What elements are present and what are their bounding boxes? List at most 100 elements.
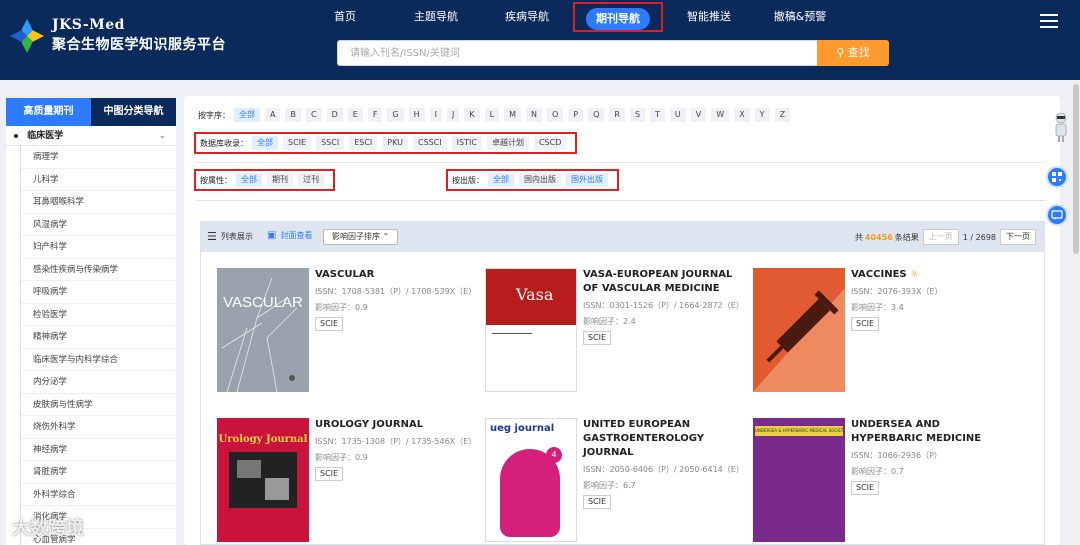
sidebar-item[interactable]: 病理学 bbox=[20, 146, 176, 169]
page-scrollbar[interactable] bbox=[1072, 80, 1080, 545]
journal-cover[interactable] bbox=[753, 268, 845, 392]
journal-title[interactable]: UROLOGY JOURNAL bbox=[315, 418, 475, 432]
nav-retraction[interactable]: 撤稿&预警 bbox=[755, 2, 845, 32]
db-chip[interactable]: PKU bbox=[382, 136, 408, 150]
sidebar-category[interactable]: 临床医学 ⌄ bbox=[6, 126, 176, 146]
sidebar-item[interactable]: 妇产科学 bbox=[20, 236, 176, 259]
search-input[interactable] bbox=[338, 41, 817, 65]
letter-chip[interactable]: C bbox=[305, 108, 322, 122]
journal-card[interactable]: VASCULAR VASCULAR ISSN：1708-5381（P）/ 170… bbox=[217, 268, 477, 408]
journal-title[interactable]: UNDERSEA AND HYPERBARIC MEDICINE bbox=[851, 418, 1011, 446]
nav-diseases[interactable]: 疾病导航 bbox=[482, 2, 572, 32]
journal-card[interactable]: Urology Journal UROLOGY JOURNAL ISSN：173… bbox=[217, 418, 477, 545]
letter-chip[interactable]: Z bbox=[774, 108, 791, 122]
letter-chip[interactable]: S bbox=[629, 108, 646, 122]
letter-chip[interactable]: V bbox=[690, 108, 707, 122]
attr-chip[interactable]: 全部 bbox=[236, 173, 262, 187]
tab-clc-nav[interactable]: 中图分类导航 bbox=[91, 98, 176, 126]
db-chip[interactable]: CSSCI bbox=[412, 136, 447, 150]
nav-journals[interactable]: 期刊导航 bbox=[573, 2, 663, 32]
sidebar-item[interactable]: 感染性疾病与传染病学 bbox=[20, 258, 176, 281]
letter-chip[interactable]: 全部 bbox=[234, 108, 260, 122]
sidebar-item[interactable]: 精神病学 bbox=[20, 326, 176, 349]
prev-page-button[interactable]: 上一页 bbox=[922, 229, 959, 245]
journal-title[interactable]: UNITED EUROPEAN GASTROENTEROLOGY JOURNAL bbox=[583, 418, 743, 460]
letter-chip[interactable]: T bbox=[650, 108, 665, 122]
journal-card[interactable]: VACCINES ☼ ISSN：2076-393X（E） 影响因子：3.4 SC… bbox=[753, 268, 1013, 408]
journal-title[interactable]: VASCULAR bbox=[315, 268, 475, 282]
db-chip[interactable]: ISTIC bbox=[451, 136, 482, 150]
letter-chip[interactable]: F bbox=[367, 108, 383, 122]
db-chip[interactable]: SCIE bbox=[283, 136, 312, 150]
letter-chip[interactable]: K bbox=[464, 108, 480, 122]
sidebar-item[interactable]: 检验医学 bbox=[20, 303, 176, 326]
db-chip[interactable]: 全部 bbox=[252, 136, 278, 150]
sidebar-item[interactable]: 耳鼻咽喉科学 bbox=[20, 191, 176, 214]
list-view-toggle[interactable]: ☰ 列表展示 bbox=[207, 230, 253, 243]
db-chip[interactable]: ESCI bbox=[349, 136, 378, 150]
letter-chip[interactable]: J bbox=[447, 108, 460, 122]
journal-card[interactable]: ueg journal 4 UNITED EUROPEAN GASTROENTE… bbox=[485, 418, 745, 545]
letter-chip[interactable]: R bbox=[609, 108, 625, 122]
pub-chip[interactable]: 国内出版 bbox=[519, 173, 561, 187]
journal-cover[interactable]: Vasa bbox=[485, 268, 577, 392]
attr-chip[interactable]: 过刊 bbox=[298, 173, 324, 187]
journal-cover[interactable]: ueg journal 4 bbox=[485, 418, 577, 542]
letter-chip[interactable]: O bbox=[546, 108, 564, 122]
letter-chip[interactable]: U bbox=[669, 108, 686, 122]
brand-name-en[interactable]: JKS-Med bbox=[52, 17, 125, 33]
sidebar-item[interactable]: 儿科学 bbox=[20, 168, 176, 191]
sort-dropdown[interactable]: 影响因子排序 ⌃ bbox=[323, 229, 399, 245]
nav-home[interactable]: 首页 bbox=[300, 2, 390, 32]
next-page-button[interactable]: 下一页 bbox=[1000, 229, 1036, 245]
brand-name-cn[interactable]: 聚合生物医学知识服务平台 bbox=[52, 34, 226, 54]
letter-chip[interactable]: E bbox=[347, 108, 363, 122]
cover-view-toggle[interactable]: ▣ 封面查看 bbox=[267, 230, 312, 241]
letter-chip[interactable]: B bbox=[285, 108, 301, 122]
journal-title[interactable]: VASA-EUROPEAN JOURNAL OF VASCULAR MEDICI… bbox=[583, 268, 743, 296]
sidebar-item[interactable]: 肾脏病学 bbox=[20, 461, 176, 484]
letter-chip[interactable]: I bbox=[429, 108, 442, 122]
letter-chip[interactable]: P bbox=[568, 108, 584, 122]
journal-title[interactable]: VACCINES ☼ bbox=[851, 268, 1011, 282]
letter-chip[interactable]: D bbox=[326, 108, 343, 122]
sidebar-item[interactable]: 临床医学与内科学综合 bbox=[20, 348, 176, 371]
nav-topics[interactable]: 主题导航 bbox=[391, 2, 481, 32]
sidebar-item[interactable]: 风湿病学 bbox=[20, 213, 176, 236]
db-chip[interactable]: 卓越计划 bbox=[486, 136, 529, 150]
sidebar-item[interactable]: 呼吸病学 bbox=[20, 281, 176, 304]
letter-chip[interactable]: G bbox=[387, 108, 404, 122]
letter-chip[interactable]: M bbox=[504, 108, 521, 122]
journal-card[interactable]: Vasa VASA-EUROPEAN JOURNAL OF VASCULAR M… bbox=[485, 268, 745, 408]
letter-chip[interactable]: Q bbox=[588, 108, 605, 122]
letter-chip[interactable]: N bbox=[525, 108, 542, 122]
sidebar-item[interactable]: 外科学综合 bbox=[20, 483, 176, 506]
hamburger-menu-icon[interactable] bbox=[1040, 14, 1058, 28]
qrcode-icon[interactable] bbox=[1046, 166, 1068, 188]
pub-chip[interactable]: 全部 bbox=[488, 173, 514, 187]
journal-cover[interactable]: VASCULAR bbox=[217, 268, 309, 392]
letter-chip[interactable]: X bbox=[734, 108, 750, 122]
sidebar-item[interactable]: 皮肤病与性病学 bbox=[20, 393, 176, 416]
journal-issn: ISSN：0301-1526（P）/ 1664-2872（E） bbox=[583, 301, 744, 310]
letter-chip[interactable]: H bbox=[408, 108, 425, 122]
journal-cover[interactable]: Urology Journal bbox=[217, 418, 309, 542]
letter-chip[interactable]: L bbox=[484, 108, 500, 122]
robot-assistant-icon[interactable] bbox=[1052, 112, 1070, 144]
sidebar-item[interactable]: 神经病学 bbox=[20, 438, 176, 461]
db-chip[interactable]: SSCI bbox=[316, 136, 345, 150]
journal-cover[interactable]: UNDERSEA & HYPERBARIC MEDICAL SOCIETY bbox=[753, 418, 845, 542]
pub-chip[interactable]: 国外出版 bbox=[566, 173, 608, 187]
sidebar-item[interactable]: 内分泌学 bbox=[20, 371, 176, 394]
letter-chip[interactable]: W bbox=[711, 108, 730, 122]
sidebar-item[interactable]: 烧伤外科学 bbox=[20, 416, 176, 439]
message-icon[interactable] bbox=[1046, 204, 1068, 226]
db-chip[interactable]: CSCD bbox=[533, 136, 567, 150]
attr-chip[interactable]: 期刊 bbox=[267, 173, 293, 187]
tab-high-quality[interactable]: 高质量期刊 bbox=[6, 98, 91, 126]
letter-chip[interactable]: A bbox=[265, 108, 281, 122]
nav-smart-push[interactable]: 智能推送 bbox=[664, 2, 754, 32]
letter-chip[interactable]: Y bbox=[754, 108, 770, 122]
search-button[interactable]: ⚲ 查找 bbox=[817, 40, 889, 66]
journal-card[interactable]: UNDERSEA & HYPERBARIC MEDICAL SOCIETY UN… bbox=[753, 418, 1013, 545]
